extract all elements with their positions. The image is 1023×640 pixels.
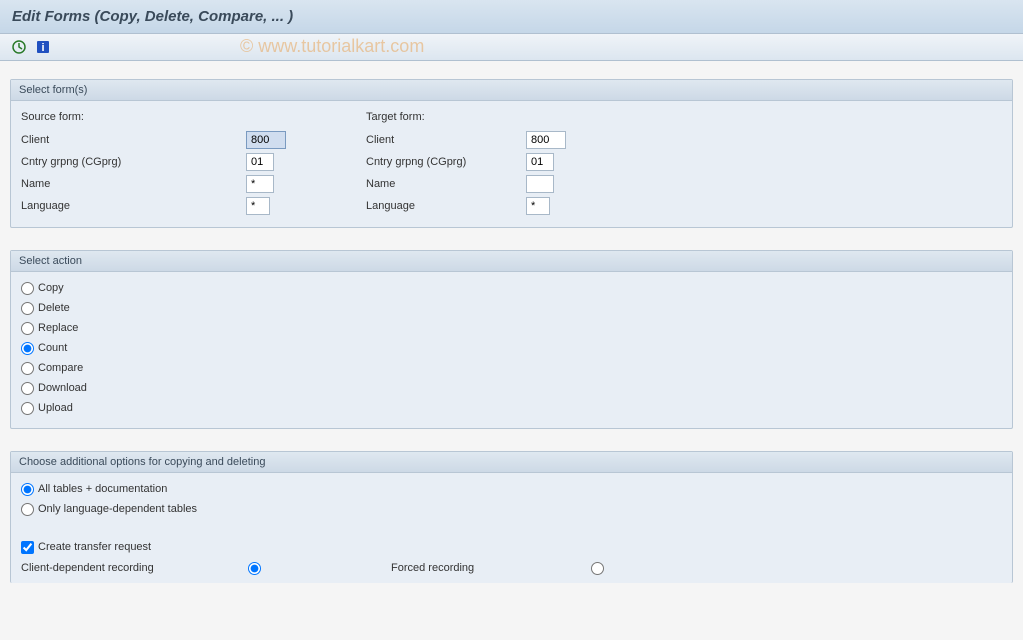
action-upload-label[interactable]: Upload xyxy=(38,402,73,414)
source-cgprg-input[interactable] xyxy=(246,153,274,171)
page-title: Edit Forms (Copy, Delete, Compare, ... ) xyxy=(12,8,1011,25)
action-count-label[interactable]: Count xyxy=(38,342,67,354)
target-form-header: Target form: xyxy=(366,107,566,127)
additional-options-group: Choose additional options for copying an… xyxy=(10,451,1013,583)
source-form-header: Source form: xyxy=(21,107,286,127)
toolbar: i © www.tutorialkart.com xyxy=(0,34,1023,61)
content-area: Select form(s) Source form: Client Cntry… xyxy=(0,61,1023,601)
info-icon[interactable]: i xyxy=(34,38,52,56)
title-bar: Edit Forms (Copy, Delete, Compare, ... ) xyxy=(0,0,1023,34)
additional-options-title: Choose additional options for copying an… xyxy=(11,452,1012,473)
source-name-label: Name xyxy=(21,178,246,190)
forced-recording-label: Forced recording xyxy=(391,562,591,574)
target-language-label: Language xyxy=(366,200,526,212)
action-delete-radio[interactable] xyxy=(21,302,34,315)
execute-icon[interactable] xyxy=(10,38,28,56)
select-action-title: Select action xyxy=(11,251,1012,272)
action-upload-radio[interactable] xyxy=(21,402,34,415)
source-client-input[interactable] xyxy=(246,131,286,149)
source-cgprg-label: Cntry grpng (CGprg) xyxy=(21,156,246,168)
action-replace-radio[interactable] xyxy=(21,322,34,335)
target-name-label: Name xyxy=(366,178,526,190)
scope-all-radio[interactable] xyxy=(21,483,34,496)
svg-text:i: i xyxy=(41,42,44,54)
action-delete-label[interactable]: Delete xyxy=(38,302,70,314)
transfer-request-label[interactable]: Create transfer request xyxy=(38,541,151,553)
target-client-label: Client xyxy=(366,134,526,146)
source-client-label: Client xyxy=(21,134,246,146)
select-forms-title: Select form(s) xyxy=(11,80,1012,101)
source-language-label: Language xyxy=(21,200,246,212)
scope-lang-radio[interactable] xyxy=(21,503,34,516)
client-dependent-recording-label: Client-dependent recording xyxy=(21,562,248,574)
select-action-group: Select action Copy Delete Replace Count … xyxy=(10,250,1013,429)
scope-all-label[interactable]: All tables + documentation xyxy=(38,483,167,495)
action-count-radio[interactable] xyxy=(21,342,34,355)
action-compare-radio[interactable] xyxy=(21,362,34,375)
action-compare-label[interactable]: Compare xyxy=(38,362,83,374)
action-copy-label[interactable]: Copy xyxy=(38,282,64,294)
target-form-column: Target form: Client Cntry grpng (CGprg) … xyxy=(366,107,566,217)
source-name-input[interactable] xyxy=(246,175,274,193)
action-replace-label[interactable]: Replace xyxy=(38,322,78,334)
target-name-input[interactable] xyxy=(526,175,554,193)
target-cgprg-input[interactable] xyxy=(526,153,554,171)
target-language-input[interactable] xyxy=(526,197,550,215)
target-cgprg-label: Cntry grpng (CGprg) xyxy=(366,156,526,168)
source-language-input[interactable] xyxy=(246,197,270,215)
action-copy-radio[interactable] xyxy=(21,282,34,295)
action-download-radio[interactable] xyxy=(21,382,34,395)
watermark-text: © www.tutorialkart.com xyxy=(240,36,424,57)
scope-lang-label[interactable]: Only language-dependent tables xyxy=(38,503,197,515)
forced-recording-radio[interactable] xyxy=(591,562,604,575)
source-form-column: Source form: Client Cntry grpng (CGprg) … xyxy=(21,107,286,217)
client-dependent-recording-radio[interactable] xyxy=(248,562,261,575)
select-forms-group: Select form(s) Source form: Client Cntry… xyxy=(10,79,1013,228)
action-download-label[interactable]: Download xyxy=(38,382,87,394)
target-client-input[interactable] xyxy=(526,131,566,149)
transfer-request-checkbox[interactable] xyxy=(21,541,34,554)
